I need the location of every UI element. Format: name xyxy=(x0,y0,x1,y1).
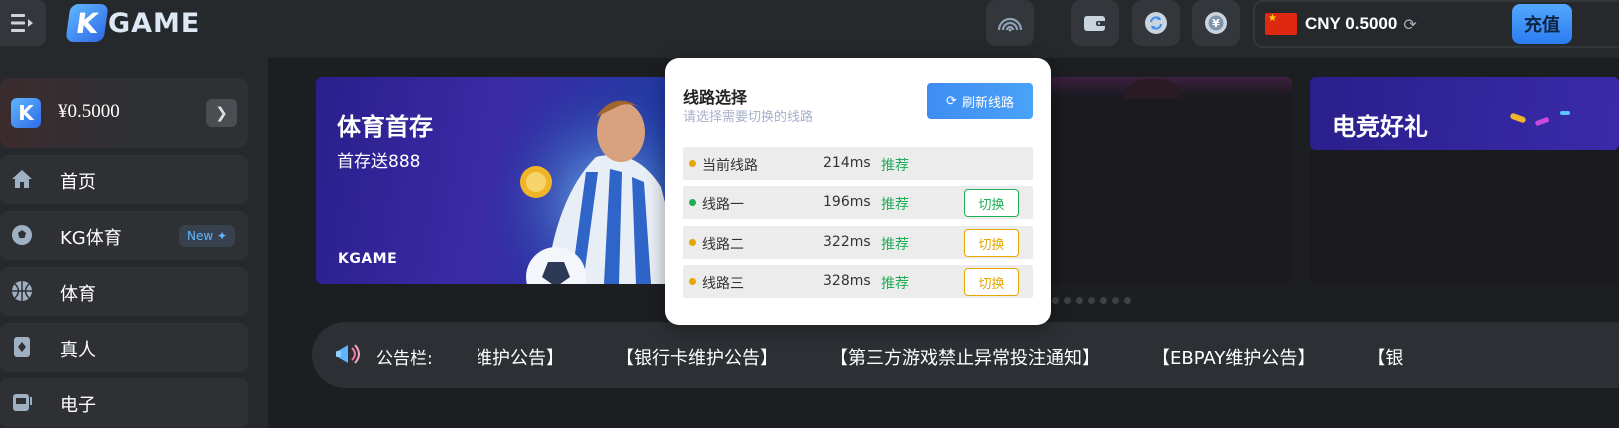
sidebar-item-label: 电子 xyxy=(60,395,96,416)
new-badge: New ✦ xyxy=(179,225,235,247)
banner-title: 体育首存 xyxy=(337,113,433,141)
route-select-popup: 线路选择 请选择需要切换的线路 ⟳ 刷新线路 当前线路 214ms 推荐 线路一… xyxy=(665,58,1051,325)
banner-esports-lower xyxy=(1310,150,1619,284)
banner-sports-deposit[interactable]: 体育首存 首存送888 KGAME xyxy=(316,77,686,284)
menu-icon xyxy=(11,14,33,32)
route-row-current: 当前线路 214ms 推荐 xyxy=(683,147,1033,180)
route-tag: 推荐 xyxy=(881,276,909,292)
notice-label: 公告栏: xyxy=(376,349,433,369)
svg-text:¥: ¥ xyxy=(1212,17,1220,30)
sidebar-item-kg-sports[interactable]: KG体育 New ✦ xyxy=(0,211,248,260)
megaphone-icon xyxy=(336,344,360,364)
confetti-icon xyxy=(1510,111,1570,126)
notice-bar[interactable]: 公告栏: 行维护公告】 【银行卡维护公告】 【第三方游戏禁止异常投注通知】 【E… xyxy=(312,322,1619,388)
refresh-small-icon[interactable]: ⟳ xyxy=(1403,15,1416,34)
carousel-dot[interactable] xyxy=(1088,297,1095,304)
chevron-right-icon[interactable]: ❯ xyxy=(206,99,237,127)
route-tag: 推荐 xyxy=(881,237,909,253)
home-icon xyxy=(11,168,33,190)
soccer-player-image xyxy=(486,77,686,284)
carousel-dot[interactable] xyxy=(1076,297,1083,304)
kgame-logo[interactable]: K GAME xyxy=(65,4,201,42)
sidebar-balance-card[interactable]: K ¥0.5000 ❯ xyxy=(0,78,248,148)
refresh-routes-button[interactable]: ⟳ 刷新线路 xyxy=(927,83,1033,119)
refresh-icon xyxy=(1145,12,1167,34)
route-latency: 328ms xyxy=(823,273,871,289)
notice-item[interactable]: 【EBPAY维护公告】 xyxy=(1152,344,1315,368)
route-tag: 推荐 xyxy=(881,158,909,174)
carousel-dots[interactable] xyxy=(1052,297,1131,304)
status-dot xyxy=(689,278,696,285)
sidebar-item-label: KG体育 xyxy=(60,228,122,249)
sidebar-item-home[interactable]: 首页 xyxy=(0,155,248,204)
carousel-dot[interactable] xyxy=(1112,297,1119,304)
sidebar: K ¥0.5000 ❯ 首页 KG体育 New ✦ 体育 真人 电子 xyxy=(0,58,268,428)
currency-balance: CNY 0.5000 xyxy=(1305,14,1398,33)
soccer-icon xyxy=(11,224,33,246)
banner-title: 电竞好礼 xyxy=(1332,113,1428,141)
route-tag: 推荐 xyxy=(881,197,909,213)
sidebar-item-label: 真人 xyxy=(60,340,96,361)
sidebar-balance: ¥0.5000 xyxy=(58,101,120,122)
exchange-button[interactable]: ¥ xyxy=(1192,0,1240,46)
refresh-routes-label: 刷新线路 xyxy=(961,95,1014,111)
notice-item[interactable]: 【银行卡维护公告】 xyxy=(616,344,778,368)
yuan-icon: ¥ xyxy=(1205,12,1227,34)
wallet-icon xyxy=(1084,16,1106,31)
sidebar-item-label: 首页 xyxy=(60,172,96,193)
recharge-button[interactable]: 充值 xyxy=(1512,4,1572,44)
switch-route-button[interactable]: 切换 xyxy=(964,189,1019,217)
refresh-button[interactable] xyxy=(1132,0,1180,46)
refresh-icon: ⟳ xyxy=(946,93,957,109)
sidebar-item-label: 体育 xyxy=(60,284,96,305)
logo-text: GAME xyxy=(108,7,201,39)
carousel-dot[interactable] xyxy=(1100,297,1107,304)
carousel-dot[interactable] xyxy=(1052,297,1059,304)
logo-letter: K xyxy=(65,4,109,42)
notice-item[interactable]: 行维护公告】 xyxy=(478,344,564,368)
route-latency: 214ms xyxy=(823,155,871,171)
carousel-dot[interactable] xyxy=(1124,297,1131,304)
banner-brand: KGAME xyxy=(338,251,398,267)
menu-button[interactable] xyxy=(0,0,46,46)
card-icon xyxy=(11,336,33,358)
slot-icon xyxy=(11,391,33,413)
popup-title: 线路选择 xyxy=(683,88,748,107)
signal-icon xyxy=(997,17,1023,32)
notice-marquee: 行维护公告】 【银行卡维护公告】 【第三方游戏禁止异常投注通知】 【EBPAY维… xyxy=(478,344,1430,368)
route-row-3[interactable]: 线路三 328ms 推荐 切换 xyxy=(683,265,1033,298)
sidebar-item-slots[interactable]: 电子 xyxy=(0,378,248,427)
banner-esports[interactable]: 电竞好礼 xyxy=(1310,77,1619,150)
route-name: 线路一 xyxy=(702,197,744,213)
status-dot xyxy=(689,199,696,206)
status-dot xyxy=(689,239,696,246)
route-row-2[interactable]: 线路二 322ms 推荐 切换 xyxy=(683,226,1033,259)
route-select-button[interactable] xyxy=(986,0,1034,46)
banner-subtitle: 首存送888 xyxy=(337,152,421,172)
sidebar-item-sports[interactable]: 体育 xyxy=(0,267,248,316)
switch-route-button[interactable]: 切换 xyxy=(964,229,1019,257)
sidebar-item-live[interactable]: 真人 xyxy=(0,323,248,372)
status-dot xyxy=(689,160,696,167)
banner-figure-image xyxy=(1123,78,1183,99)
popup-subtitle: 请选择需要切换的线路 xyxy=(683,110,814,125)
route-row-1[interactable]: 线路一 196ms 推荐 切换 xyxy=(683,186,1033,219)
route-name: 线路三 xyxy=(702,276,744,292)
notice-item[interactable]: 【第三方游戏禁止异常投注通知】 xyxy=(830,344,1100,368)
banner-dark[interactable] xyxy=(1040,77,1292,284)
kgame-badge-icon: K xyxy=(11,98,41,128)
carousel-dot[interactable] xyxy=(1064,297,1071,304)
wallet-button[interactable] xyxy=(1071,0,1119,46)
china-flag-icon: ★ xyxy=(1265,13,1297,35)
top-header: K GAME ¥ ★ CNY 0.5000 ⟳ 充值 xyxy=(0,0,1619,58)
route-latency: 196ms xyxy=(823,194,871,210)
switch-route-button[interactable]: 切换 xyxy=(964,268,1019,296)
route-name: 当前线路 xyxy=(702,158,758,174)
notice-item[interactable]: 【银 xyxy=(1367,344,1403,368)
basketball-icon xyxy=(11,280,33,302)
route-latency: 322ms xyxy=(823,234,871,250)
route-name: 线路二 xyxy=(702,237,744,253)
